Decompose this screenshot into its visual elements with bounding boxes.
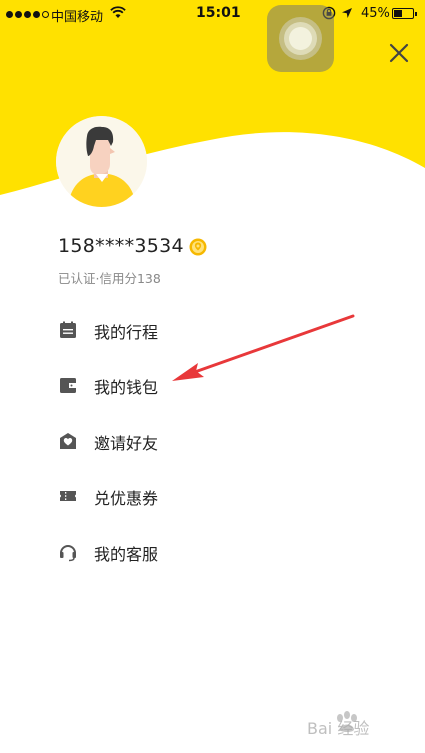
clock: 15:01 [196, 5, 241, 21]
close-icon[interactable] [387, 41, 411, 65]
calendar-icon [60, 321, 76, 338]
battery-icon [392, 8, 417, 19]
assistive-touch-button[interactable] [267, 5, 334, 72]
battery-percent: 45% [361, 6, 390, 21]
member-badge-icon[interactable] [189, 238, 207, 256]
menu-item-wallet[interactable]: 我的钱包 [0, 365, 425, 405]
menu-item-trips[interactable]: 我的行程 [0, 310, 425, 350]
menu-item-label: 邀请好友 [94, 434, 159, 453]
avatar[interactable] [56, 116, 147, 207]
location-arrow-icon [342, 8, 352, 18]
app-screen: 中国移动 15:01 45% 158****3534 已认证·信用分138 我的… [0, 0, 425, 753]
menu-item-label: 我的钱包 [94, 378, 159, 397]
status-bar: 中国移动 15:01 45% [0, 0, 425, 30]
menu-item-label: 我的行程 [94, 323, 159, 342]
menu-item-label: 我的客服 [94, 545, 159, 564]
wallet-icon [60, 378, 76, 393]
ticket-icon [60, 491, 76, 501]
user-avatar-icon [56, 116, 147, 207]
menu-item-invite-friends[interactable]: 邀请好友 [0, 421, 425, 461]
menu-item-customer-service[interactable]: 我的客服 [0, 532, 425, 572]
wifi-icon [110, 6, 126, 18]
headset-icon [60, 545, 76, 562]
menu-item-coupons[interactable]: 兑优惠券 [0, 476, 425, 516]
watermark-text: Bai 经验 [307, 719, 370, 738]
header-background [0, 0, 425, 195]
verification-status: 已认证·信用分138 [58, 271, 161, 286]
baidu-watermark: Bai 经验 [307, 703, 402, 743]
user-phone-number: 158****3534 [58, 235, 184, 257]
signal-strength-icon [6, 11, 49, 19]
menu-item-label: 兑优惠券 [94, 489, 159, 508]
carrier-name: 中国移动 [51, 10, 104, 25]
heart-envelope-icon [60, 433, 76, 449]
